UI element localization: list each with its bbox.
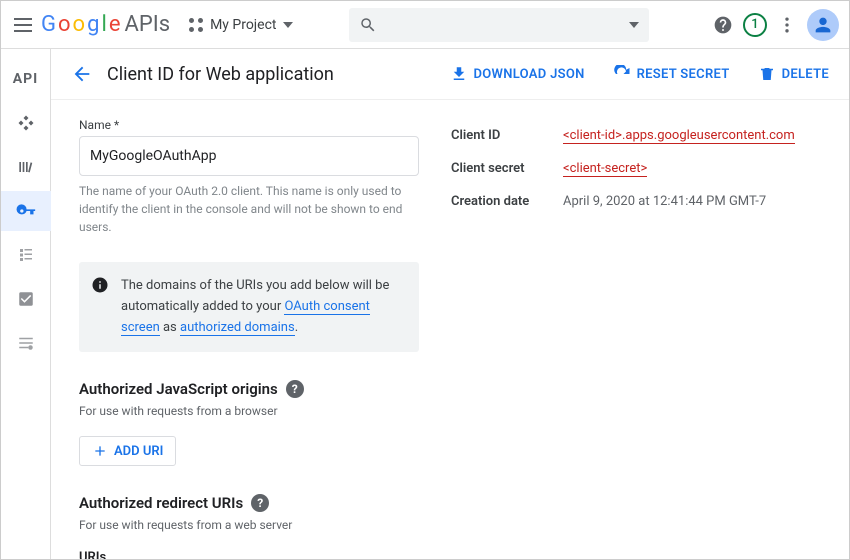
consent-icon [17, 246, 35, 264]
redirect-help-icon[interactable]: ? [251, 494, 269, 512]
library-icon [16, 157, 36, 177]
client-id-label: Client ID [451, 120, 561, 151]
side-nav: API [1, 49, 51, 559]
uris-label: URIs [79, 550, 419, 559]
info-icon [91, 276, 109, 294]
client-secret-label: Client secret [451, 153, 561, 184]
help-icon[interactable] [709, 11, 737, 39]
download-icon [450, 65, 468, 83]
sidenav-credentials[interactable] [1, 191, 51, 231]
search-dropdown-icon[interactable] [629, 22, 639, 28]
js-origins-help-icon[interactable]: ? [286, 380, 304, 398]
plus-icon [92, 443, 108, 459]
name-label: Name * [79, 118, 419, 132]
authorized-domains-link[interactable]: authorized domains [180, 320, 295, 336]
add-uri-button[interactable]: ADD URI [79, 436, 176, 466]
reset-secret-button[interactable]: RESET SECRET [613, 65, 730, 83]
name-input[interactable] [79, 136, 419, 176]
redirect-subtitle: For use with requests from a web server [79, 518, 419, 532]
search-icon [359, 16, 377, 34]
js-origins-heading: Authorized JavaScript origins ? [79, 380, 419, 398]
js-origins-subtitle: For use with requests from a browser [79, 404, 419, 418]
back-arrow-icon[interactable] [71, 63, 93, 85]
client-id-value: <client-id>.apps.googleusercontent.com [563, 120, 827, 151]
settings-icon [17, 334, 35, 352]
google-apis-logo[interactable]: Google APIs [41, 12, 170, 37]
info-banner: The domains of the URIs you add below wi… [79, 262, 419, 352]
main-content: Client ID for Web application DOWNLOAD J… [51, 49, 849, 559]
trash-icon [758, 65, 776, 83]
menu-icon[interactable] [11, 13, 35, 37]
project-icon [188, 17, 204, 33]
client-info-table: Client ID <client-id>.apps.googleusercon… [449, 118, 829, 219]
project-name: My Project [210, 17, 276, 33]
name-help-text: The name of your OAuth 2.0 client. This … [79, 182, 419, 236]
diamond-icon [16, 113, 36, 133]
more-vert-icon[interactable] [773, 11, 801, 39]
sidenav-consent[interactable] [1, 235, 51, 275]
key-icon [16, 201, 36, 221]
sidenav-library[interactable] [1, 147, 51, 187]
creation-date-label: Creation date [451, 186, 561, 217]
delete-button[interactable]: DELETE [758, 65, 829, 83]
search-input[interactable] [349, 8, 649, 42]
chevron-down-icon [283, 22, 293, 28]
download-json-button[interactable]: DOWNLOAD JSON [450, 65, 585, 83]
sidenav-verify[interactable] [1, 279, 51, 319]
client-secret-value: <client-secret> [563, 153, 827, 184]
sidenav-settings[interactable] [1, 323, 51, 363]
creation-date-value: April 9, 2020 at 12:41:44 PM GMT-7 [563, 186, 827, 217]
refresh-icon [613, 65, 631, 83]
page-title: Client ID for Web application [107, 64, 334, 85]
notifications-badge[interactable]: 1 [743, 13, 767, 37]
page-header: Client ID for Web application DOWNLOAD J… [51, 49, 849, 100]
sidenav-api-label[interactable]: API [1, 59, 51, 99]
checkbox-icon [17, 290, 35, 308]
redirect-uris-heading: Authorized redirect URIs ? [79, 494, 419, 512]
logo-suffix: APIs [124, 12, 170, 37]
project-selector[interactable]: My Project [188, 17, 292, 33]
top-app-bar: Google APIs My Project 1 [1, 1, 849, 49]
account-avatar[interactable] [807, 9, 839, 41]
sidenav-dashboard[interactable] [1, 103, 51, 143]
